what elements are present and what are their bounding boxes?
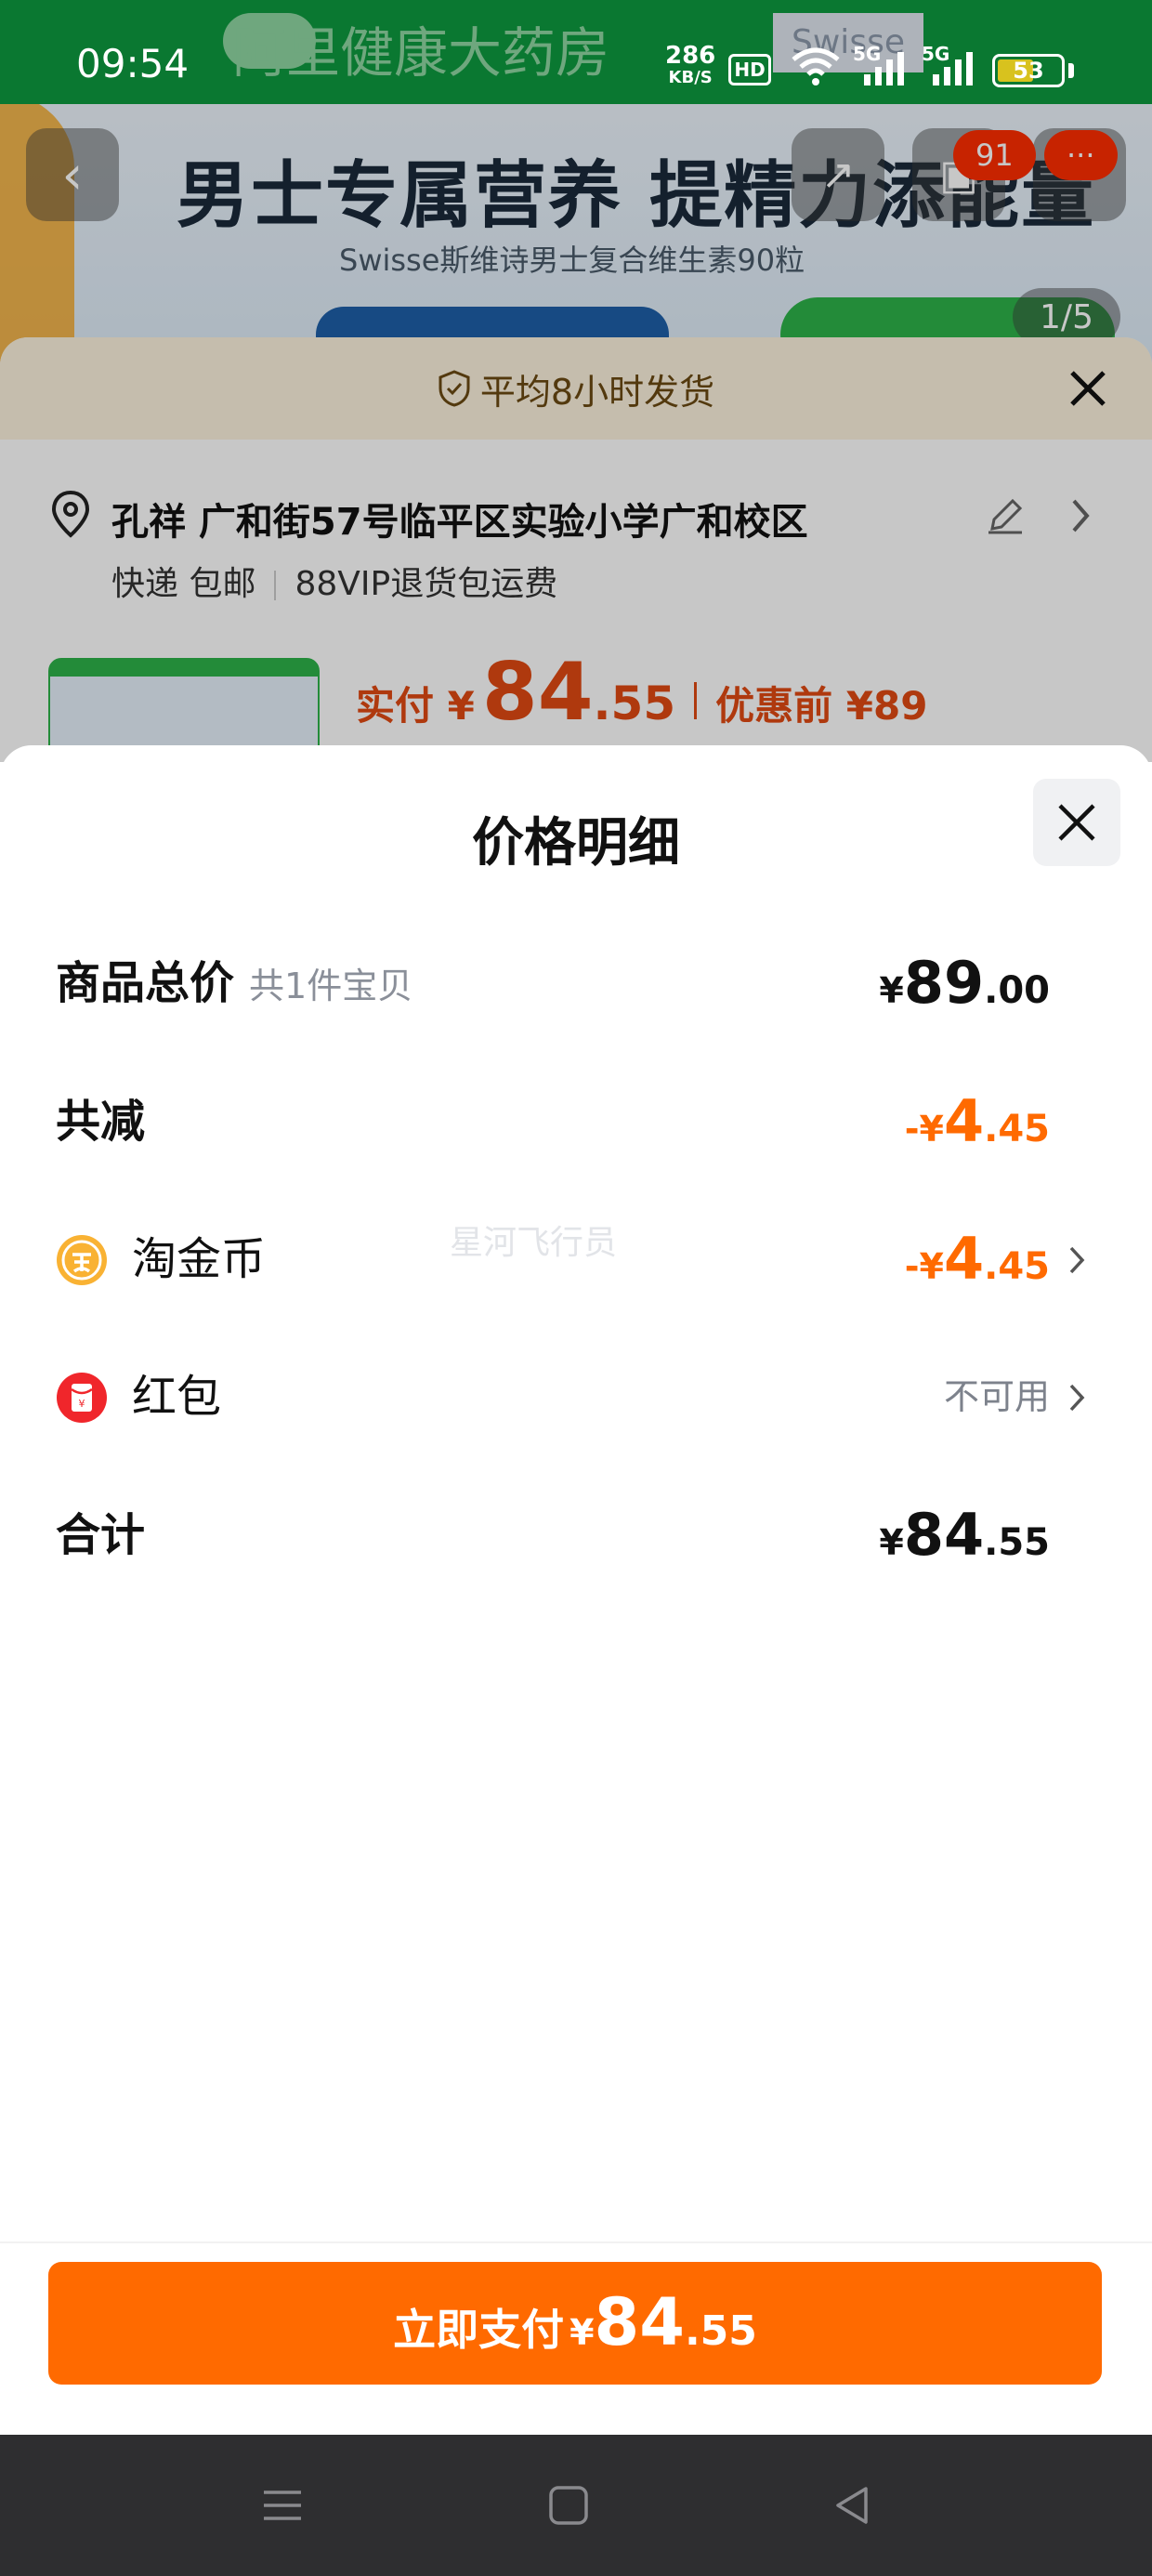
home-icon[interactable]: [544, 2481, 593, 2530]
back-icon[interactable]: [829, 2481, 877, 2530]
svg-text:¥: ¥: [79, 1398, 85, 1410]
row-discount: 共减 -¥4.45: [0, 1080, 1152, 1163]
signal-icon: [864, 52, 904, 85]
price-detail-sheet: 价格明细 商品总价 共1件宝贝 ¥89.00 共减 -¥4.45 星河飞行员 淘金…: [0, 745, 1152, 2435]
system-nav-bar: [0, 2435, 1152, 2576]
hd-voice-icon: HD: [728, 54, 771, 85]
sheet-title: 价格明细: [472, 813, 680, 874]
modal-overlay[interactable]: [0, 0, 1152, 762]
close-button[interactable]: [1033, 779, 1120, 866]
sum-amount: ¥84.55: [879, 1501, 1050, 1569]
row-taojinbi[interactable]: 淘金币 -¥4.45: [0, 1217, 1152, 1301]
coins-amount: -¥4.45: [904, 1225, 1050, 1293]
product-page-background: 男士专属营养 提精力添能量 Swisse斯维诗男士复合维生素90粒 ‹ ↗ ▣ …: [0, 0, 1152, 762]
row-sum: 合计 ¥84.55: [0, 1493, 1152, 1577]
status-bar: 09:54 286 KB/S HD 5G 5G 53: [0, 0, 1152, 104]
network-speed: 286 KB/S: [665, 42, 716, 87]
gold-coin-icon: [57, 1235, 107, 1285]
red-packet-status: 不可用: [943, 1376, 1050, 1417]
total-price-amount: ¥89.00: [879, 949, 1050, 1017]
close-icon: [1058, 804, 1095, 841]
menu-icon[interactable]: [258, 2481, 307, 2530]
battery-icon: 53: [992, 54, 1065, 87]
red-packet-icon: ¥: [57, 1373, 107, 1423]
pay-now-button[interactable]: 立即支付 ¥ 84 .55: [48, 2262, 1102, 2385]
chevron-right-icon: [1069, 1384, 1085, 1412]
item-count: 共1件宝贝: [249, 966, 413, 1006]
wifi-icon: [792, 47, 840, 85]
signal-icon: [933, 52, 973, 85]
clock: 09:54: [76, 41, 190, 86]
discount-amount: -¥4.45: [904, 1087, 1050, 1155]
row-red-packet[interactable]: ¥ 红包 不可用: [0, 1355, 1152, 1439]
chevron-right-icon: [1069, 1246, 1085, 1274]
row-total-price: 商品总价 共1件宝贝 ¥89.00: [0, 941, 1152, 1025]
